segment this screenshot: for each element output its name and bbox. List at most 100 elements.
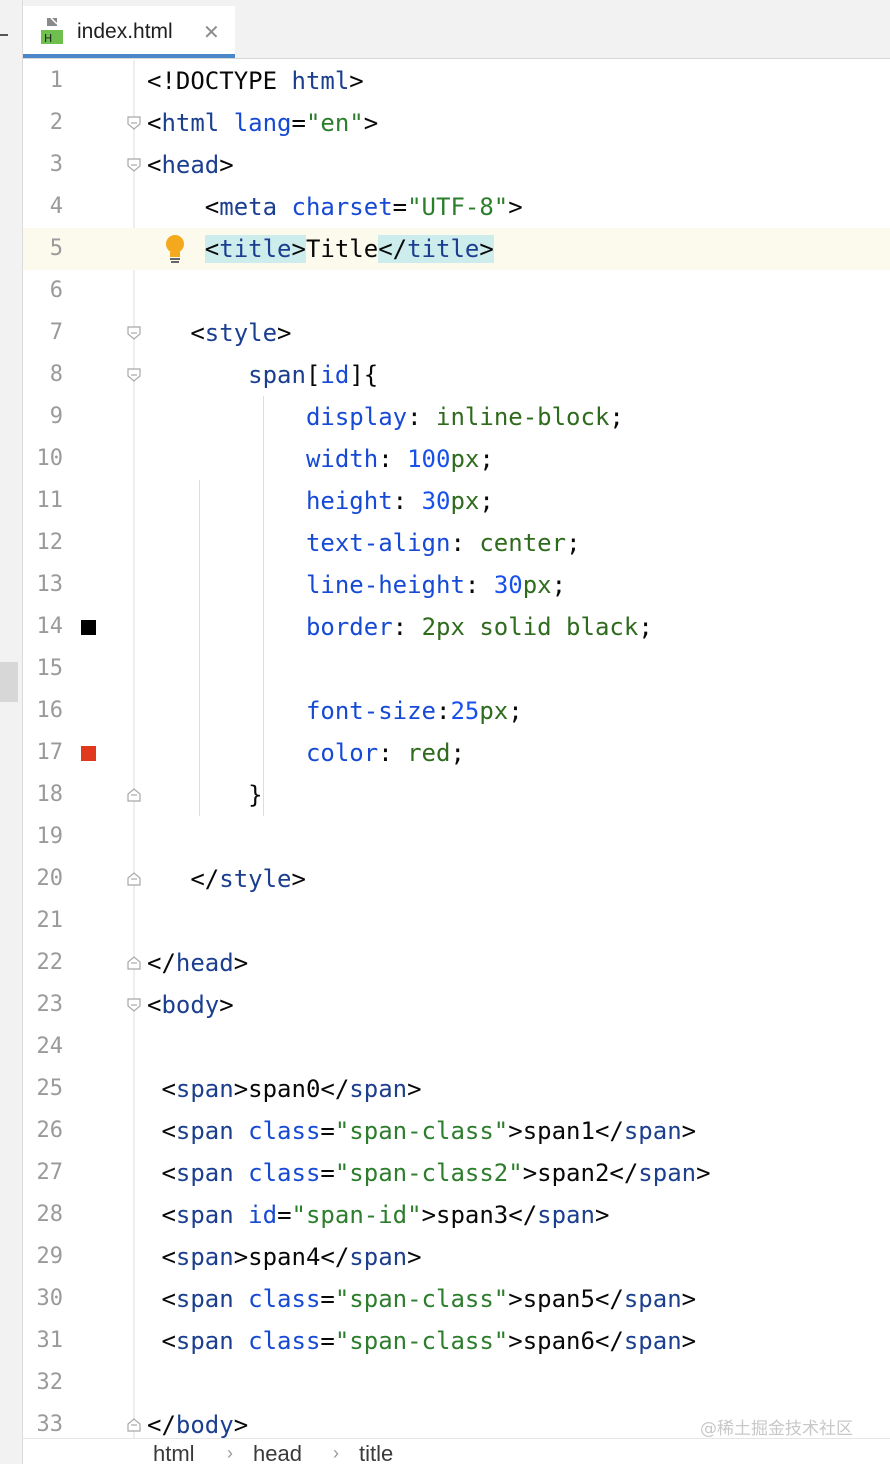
code-token: border	[305, 613, 393, 641]
code-text: </body>	[147, 1412, 248, 1438]
code-line[interactable]: 16 font-size:25px;	[23, 690, 890, 732]
code-line[interactable]: 4 <meta charset="UTF-8">	[23, 186, 890, 228]
code-text: <span>span4</span>	[147, 1244, 421, 1270]
fold-open-icon[interactable]	[127, 368, 141, 382]
line-number: 18	[36, 782, 64, 807]
line-number: 16	[36, 698, 64, 723]
fold-close-icon[interactable]	[127, 872, 141, 886]
fold-open-icon[interactable]	[127, 326, 141, 340]
code-token: <	[147, 319, 205, 347]
code-line[interactable]: 27 <span class="span-class2">span2</span…	[23, 1152, 890, 1194]
code-token: body	[175, 1411, 234, 1438]
code-line[interactable]: 25 <span>span0</span>	[23, 1068, 890, 1110]
code-line[interactable]: 11 height: 30px;	[23, 480, 890, 522]
code-line[interactable]: 12 text-align: center;	[23, 522, 890, 564]
code-text: color: red;	[147, 740, 465, 766]
code-token: line-height	[305, 571, 465, 599]
code-line[interactable]: 24	[23, 1026, 890, 1068]
code-line[interactable]: 3 <head>	[23, 144, 890, 186]
code-token: >	[219, 151, 234, 179]
code-token: :	[450, 529, 480, 557]
fold-open-icon[interactable]	[127, 158, 141, 172]
code-token: <	[147, 1075, 176, 1103]
color-swatch-icon[interactable]	[81, 746, 96, 761]
code-line[interactable]: 8 span[id]{	[23, 354, 890, 396]
code-token: head	[161, 151, 220, 179]
code-line[interactable]: 10 width: 100px;	[23, 438, 890, 480]
fold-close-icon[interactable]	[127, 1418, 141, 1432]
code-token: red	[407, 739, 451, 767]
line-number: 14	[36, 614, 64, 639]
code-line[interactable]: 17 color: red;	[23, 732, 890, 774]
code-line[interactable]: 26 <span class="span-class">span1</span>	[23, 1110, 890, 1152]
code-text: border: 2px solid black;	[147, 614, 653, 640]
code-line[interactable]: 7 <style>	[23, 312, 890, 354]
code-token: span	[175, 1159, 249, 1187]
code-token: >span1</	[508, 1117, 624, 1145]
code-line[interactable]: 5 <title>Title</title>	[23, 228, 890, 270]
code-line[interactable]: 23 <body>	[23, 984, 890, 1026]
strip-marker[interactable]	[0, 662, 18, 702]
code-token: span	[537, 1201, 595, 1229]
code-token: >	[681, 1327, 697, 1355]
code-line[interactable]: 15	[23, 648, 890, 690]
code-line[interactable]: 1 <!DOCTYPE html>	[23, 60, 890, 102]
code-line[interactable]: 19	[23, 816, 890, 858]
strip-dash-icon[interactable]	[0, 34, 8, 36]
line-number: 26	[36, 1118, 64, 1143]
close-icon[interactable]: ✕	[203, 20, 220, 45]
code-token: span	[623, 1285, 682, 1313]
code-token: style	[204, 319, 278, 347]
breadcrumb-head[interactable]: head	[253, 1441, 302, 1467]
fold-open-icon[interactable]	[127, 998, 141, 1012]
code-token: "span-id"	[291, 1201, 422, 1229]
code-editor[interactable]: 1 <!DOCTYPE html> 2 <html lang="en"> 3 <head>…	[23, 60, 890, 1438]
fold-open-icon[interactable]	[127, 116, 141, 130]
code-line[interactable]: 21	[23, 900, 890, 942]
breadcrumb-html[interactable]: html	[153, 1441, 195, 1467]
line-number: 2	[49, 110, 63, 135]
code-line[interactable]: 18 }	[23, 774, 890, 816]
code-token: ;	[479, 487, 494, 515]
code-token: body	[161, 991, 220, 1019]
code-line[interactable]: 2 <html lang="en">	[23, 102, 890, 144]
line-number: 10	[36, 446, 64, 471]
code-line[interactable]: 13 line-height: 30px;	[23, 564, 890, 606]
code-token: "en"	[305, 109, 364, 137]
code-text: display: inline-block;	[147, 404, 624, 430]
code-token: :	[378, 445, 408, 473]
code-token: class	[248, 1285, 321, 1313]
color-swatch-icon[interactable]	[81, 620, 96, 635]
code-line[interactable]: 32	[23, 1362, 890, 1404]
code-token: >	[277, 319, 292, 347]
code-line[interactable]: 14 border: 2px solid black;	[23, 606, 890, 648]
code-line[interactable]: 28 <span id="span-id">span3</span>	[23, 1194, 890, 1236]
breadcrumb-title[interactable]: title	[359, 1441, 393, 1467]
code-line[interactable]: 22 </head>	[23, 942, 890, 984]
code-token: =	[291, 109, 306, 137]
code-line[interactable]: 6	[23, 270, 890, 312]
fold-close-icon[interactable]	[127, 788, 141, 802]
line-number: 1	[49, 68, 63, 93]
code-token: ;	[450, 739, 465, 767]
code-token: >span2</	[522, 1159, 639, 1187]
tab-index-html[interactable]: H index.html ✕	[23, 6, 235, 58]
code-token: <	[204, 235, 220, 263]
code-line[interactable]: 9 display: inline-block;	[23, 396, 890, 438]
code-line[interactable]: 31 <span class="span-class">span6</span>	[23, 1320, 890, 1362]
fold-close-icon[interactable]	[127, 956, 141, 970]
code-line[interactable]: 29 <span>span4</span>	[23, 1236, 890, 1278]
line-number: 23	[36, 992, 64, 1017]
code-text: <span class="span-class">span6</span>	[147, 1328, 696, 1354]
code-line[interactable]: 30 <span class="span-class">span5</span>	[23, 1278, 890, 1320]
code-token: color	[305, 739, 379, 767]
code-text: <!DOCTYPE html>	[147, 68, 364, 94]
line-number: 13	[36, 572, 64, 597]
line-number: 8	[49, 362, 63, 387]
code-token: head	[175, 949, 234, 977]
code-line[interactable]: 20 </style>	[23, 858, 890, 900]
code-token: span	[175, 1285, 249, 1313]
